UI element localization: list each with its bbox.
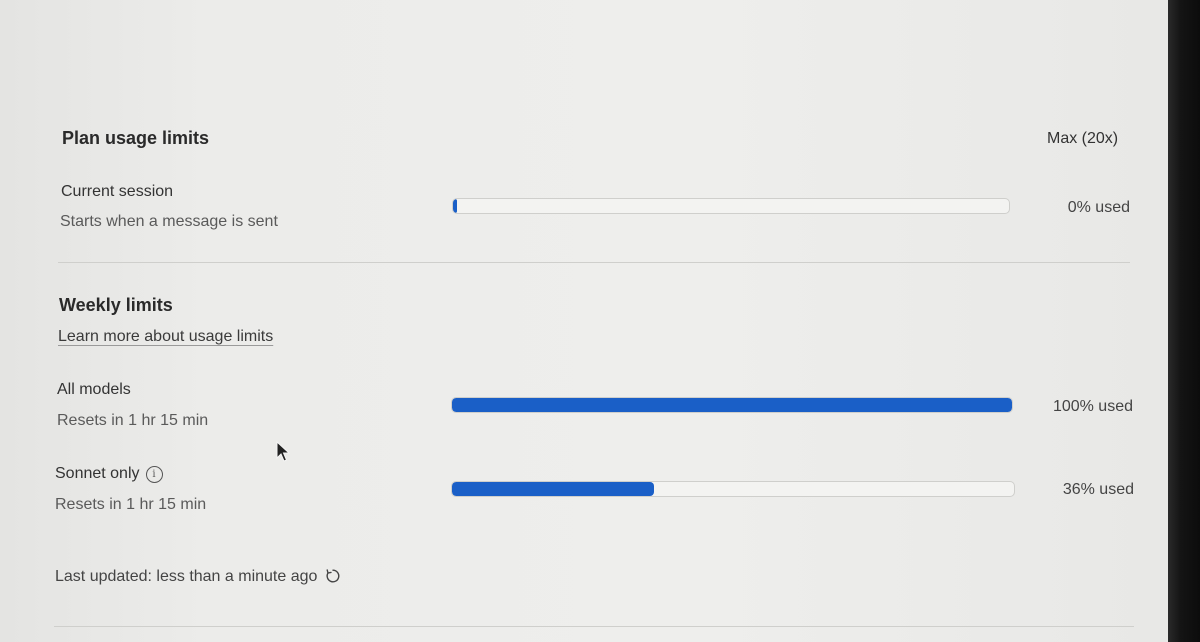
all-models-label: All models xyxy=(57,381,131,398)
learn-more-link[interactable]: Learn more about usage limits xyxy=(58,328,273,346)
last-updated-text: Last updated: less than a minute ago xyxy=(55,568,318,585)
sonnet-only-sub: Resets in 1 hr 15 min xyxy=(55,496,207,513)
current-session-usage-text: 0% used xyxy=(1067,199,1130,216)
mouse-pointer-icon xyxy=(276,440,291,468)
current-session-label: Current session xyxy=(61,183,174,200)
plan-badge: Max (20x) xyxy=(1047,130,1119,147)
plan-usage-title: Plan usage limits xyxy=(62,128,210,148)
info-icon[interactable]: i xyxy=(145,466,163,483)
sonnet-only-progress-bar xyxy=(451,481,1015,497)
refresh-icon[interactable] xyxy=(325,568,341,589)
current-session-progress-bar xyxy=(452,198,1010,214)
bottom-divider xyxy=(54,626,1134,627)
all-models-sub: Resets in 1 hr 15 min xyxy=(57,412,209,429)
weekly-limits-title: Weekly limits xyxy=(59,295,173,315)
device-bezel xyxy=(1168,0,1200,642)
section-divider xyxy=(58,262,1130,263)
current-session-sub: Starts when a message is sent xyxy=(60,213,278,230)
all-models-progress-bar xyxy=(451,397,1013,413)
sonnet-only-progress-fill xyxy=(452,482,655,496)
sonnet-only-label-wrap: Sonnet only i xyxy=(55,465,163,483)
all-models-progress-fill xyxy=(452,398,1012,412)
current-session-progress-fill xyxy=(453,199,457,213)
usage-panel: Plan usage limits Max (20x) Current sess… xyxy=(0,0,1168,642)
all-models-usage-text: 100% used xyxy=(1052,398,1133,415)
sonnet-only-usage-text: 36% used xyxy=(1062,481,1134,498)
last-updated-wrap: Last updated: less than a minute ago xyxy=(55,568,341,589)
sonnet-only-label: Sonnet only xyxy=(55,465,140,482)
